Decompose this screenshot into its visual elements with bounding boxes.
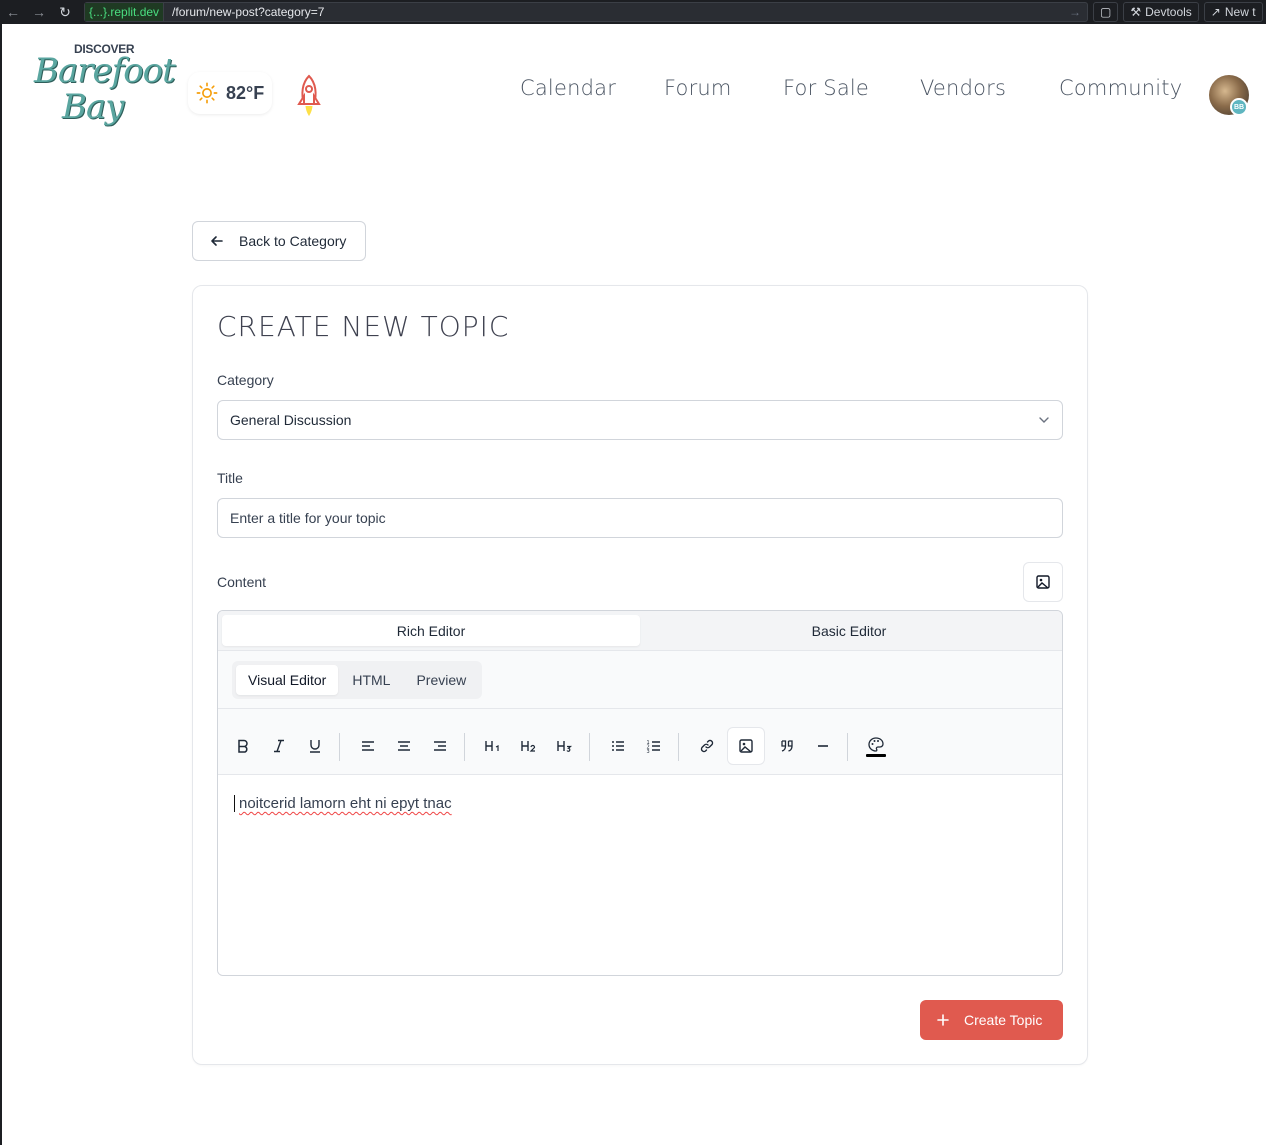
forward-arrow-icon[interactable]: → xyxy=(26,4,52,20)
align-center-icon[interactable] xyxy=(385,727,423,765)
bullet-list-icon[interactable] xyxy=(599,727,637,765)
content-editor: Rich Editor Basic Editor Visual Editor H… xyxy=(217,610,1063,976)
nav-community[interactable]: Community xyxy=(1059,76,1182,100)
avatar-badge: BB xyxy=(1230,98,1248,116)
create-topic-label: Create Topic xyxy=(964,1012,1043,1028)
italic-icon[interactable] xyxy=(260,727,298,765)
plus-icon xyxy=(937,1014,949,1026)
back-label: Back to Category xyxy=(239,233,347,249)
heading2-icon[interactable] xyxy=(510,727,548,765)
sun-icon xyxy=(196,82,218,104)
devtools-label: Devtools xyxy=(1145,5,1192,19)
wrench-icon: ⚒ xyxy=(1130,5,1142,19)
horizontal-rule-icon[interactable] xyxy=(804,727,842,765)
category-value: General Discussion xyxy=(230,412,352,428)
tab-rich-editor[interactable]: Rich Editor xyxy=(222,615,640,646)
url-path: /forum/new-post?category=7 xyxy=(172,5,325,19)
editor-mode-tabs: Rich Editor Basic Editor xyxy=(218,611,1062,651)
quote-icon[interactable] xyxy=(768,727,806,765)
content-editable[interactable]: noitcerid lamorn eht ni epyt tnac xyxy=(218,775,1062,975)
view-tabs-row: Visual Editor HTML Preview xyxy=(218,651,1062,709)
site-logo[interactable]: DISCOVER Barefoot Bay xyxy=(34,42,176,134)
view-tabs: Visual Editor HTML Preview xyxy=(232,661,483,699)
page-title: CREATE NEW TOPIC xyxy=(217,310,510,343)
link-icon[interactable] xyxy=(688,727,726,765)
palette-icon[interactable] xyxy=(857,727,895,765)
external-link-icon: ↗ xyxy=(1210,5,1221,19)
align-left-icon[interactable] xyxy=(349,727,387,765)
url-domain: {...}.replit.dev xyxy=(85,3,165,21)
tab-html[interactable]: HTML xyxy=(340,665,402,695)
logo-text-bay: Bay xyxy=(62,87,124,127)
content-text: noitcerid lamorn eht ni epyt tnac xyxy=(234,795,452,812)
title-label: Title xyxy=(217,470,243,486)
devtools-button[interactable]: ⚒ Devtools xyxy=(1123,2,1199,22)
insert-image-button[interactable] xyxy=(1023,562,1063,602)
heading1-icon[interactable] xyxy=(474,727,512,765)
arrow-left-icon xyxy=(211,236,223,246)
new-tab-label: New t xyxy=(1224,5,1256,19)
svg-text:3: 3 xyxy=(647,749,650,754)
tab-preview[interactable]: Preview xyxy=(404,665,478,695)
create-topic-button[interactable]: Create Topic xyxy=(920,1000,1063,1040)
tab-visual-editor[interactable]: Visual Editor xyxy=(236,665,339,695)
new-tab-button[interactable]: ↗ New t xyxy=(1203,2,1263,22)
reload-icon[interactable]: ↻ xyxy=(52,4,78,21)
rocket-icon[interactable] xyxy=(295,74,323,123)
window-border xyxy=(0,24,2,1145)
back-arrow-icon[interactable]: ← xyxy=(0,4,26,20)
formatting-toolbar: 123 xyxy=(218,717,1062,775)
weather-widget[interactable]: 82°F xyxy=(188,72,273,114)
screen-icon[interactable]: ▢ xyxy=(1093,2,1119,22)
image-icon xyxy=(1036,575,1050,589)
chevron-down-icon xyxy=(1039,417,1049,423)
content-label: Content xyxy=(217,574,267,590)
numbered-list-icon[interactable]: 123 xyxy=(635,727,673,765)
toolbar-divider xyxy=(589,733,590,761)
address-bar[interactable]: {...}.replit.dev /forum/new-post?categor… xyxy=(84,2,1088,22)
nav-for-sale[interactable]: For Sale xyxy=(783,76,869,100)
logo-text-barefoot: Barefoot xyxy=(34,51,176,91)
bold-icon[interactable] xyxy=(224,727,262,765)
category-select[interactable]: General Discussion xyxy=(217,400,1063,440)
toolbar-divider xyxy=(464,733,465,761)
toolbar-divider xyxy=(339,733,340,761)
nav-calendar[interactable]: Calendar xyxy=(520,76,616,100)
back-to-category-button[interactable]: Back to Category xyxy=(192,221,366,261)
align-right-icon[interactable] xyxy=(421,727,459,765)
go-arrow-icon[interactable]: → xyxy=(1069,5,1087,19)
image-icon[interactable] xyxy=(727,727,765,765)
new-topic-card: CREATE NEW TOPIC Category General Discus… xyxy=(192,285,1088,1065)
nav-forum[interactable]: Forum xyxy=(664,76,732,100)
underline-icon[interactable] xyxy=(296,727,334,765)
browser-toolbar: ← → ↻ {...}.replit.dev /forum/new-post?c… xyxy=(0,0,1266,24)
nav-vendors[interactable]: Vendors xyxy=(920,76,1006,100)
toolbar-divider xyxy=(847,733,848,761)
title-input[interactable] xyxy=(217,498,1063,538)
toolbar-divider xyxy=(678,733,679,761)
weather-temp: 82°F xyxy=(226,82,265,103)
category-label: Category xyxy=(217,372,274,388)
heading3-icon[interactable] xyxy=(546,727,584,765)
site-header: DISCOVER Barefoot Bay 82°F Calendar Foru… xyxy=(2,24,1266,144)
tab-basic-editor[interactable]: Basic Editor xyxy=(640,615,1058,646)
